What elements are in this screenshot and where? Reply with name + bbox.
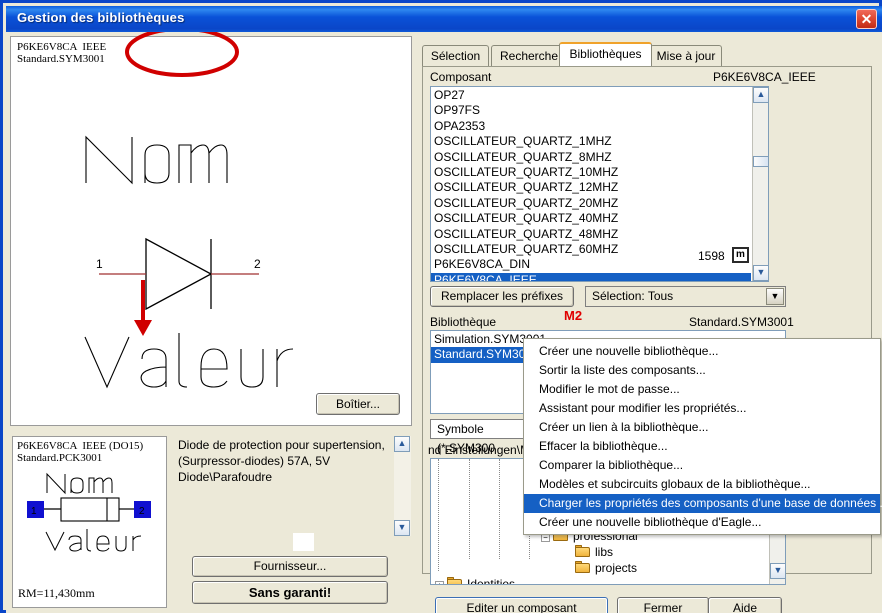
folder-icon	[575, 561, 591, 574]
tree-node-projects[interactable]: projects	[575, 561, 637, 575]
chevron-down-icon: ▼	[773, 565, 783, 575]
context-menu-item[interactable]: Assistant pour modifier les propriétés..…	[524, 399, 880, 418]
pin2-label: 2	[254, 257, 261, 271]
chevron-down-icon: ▼	[397, 522, 407, 532]
pin1-label: 1	[96, 257, 103, 271]
component-list-item[interactable]: OPA2353	[431, 119, 751, 134]
library-list-header-value: Standard.SYM3001	[689, 315, 794, 329]
tree-expander-identities[interactable]: +	[435, 581, 444, 584]
boitier-button[interactable]: Boîtier...	[316, 393, 400, 415]
fournisseur-button[interactable]: Fournisseur...	[192, 556, 388, 577]
component-list-scrollbar[interactable]: ▲ ▼	[752, 87, 768, 281]
description-line3: Diode\Parafoudre	[178, 470, 273, 484]
file-filter-combo[interactable]: Symbole (*.SYM300	[430, 419, 538, 455]
context-menu-item[interactable]: Sortir la liste des composants...	[524, 361, 880, 380]
component-list-header-value: P6KE6V8CA_IEEE	[713, 70, 816, 84]
context-menu-items: Créer une nouvelle bibliothèque... Sortir…	[524, 339, 882, 532]
component-list-item[interactable]: OP97FS	[431, 103, 751, 118]
title-bar: Gestion des bibliothèques ✕	[6, 6, 882, 32]
sans-garanti-button[interactable]: Sans garanti!	[192, 581, 388, 604]
svg-text:2: 2	[139, 506, 145, 517]
tree-node-label: libs	[595, 545, 614, 559]
close-button[interactable]: ✕	[856, 9, 877, 29]
component-scroll-thumb	[753, 156, 768, 167]
selection-filter-value: Sélection: Tous	[592, 289, 674, 303]
description-line1: Diode de protection pour supertension,	[178, 438, 385, 452]
component-list-item[interactable]: OP27	[431, 88, 751, 103]
chevron-up-icon: ▲	[397, 438, 407, 448]
component-list-header-label: Composant	[430, 70, 492, 84]
tab-mise-a-jour[interactable]: Mise à jour	[650, 45, 722, 66]
context-menu-item[interactable]: Charger les propriétés des composants d'…	[524, 494, 882, 513]
tree-guide	[469, 459, 470, 559]
remplacer-prefixes-button[interactable]: Remplacer les préfixes	[430, 286, 574, 307]
context-menu-item[interactable]: Créer un lien à la bibliothèque...	[524, 418, 880, 437]
tab-recherche[interactable]: Recherche	[491, 45, 567, 66]
folder-icon	[447, 577, 463, 584]
package-drawing: 1 2	[27, 472, 151, 552]
window-frame: Gestion des bibliothèques ✕ P6KE6V8CA IE…	[0, 0, 882, 613]
chevron-down-icon[interactable]: ▼	[766, 288, 784, 305]
library-context-menu[interactable]: Créer une nouvelle bibliothèque... Sortir…	[523, 338, 882, 535]
symbol-drawing: 1 2	[84, 135, 294, 389]
component-scroll-up-button: ▲	[753, 87, 768, 103]
description-block: Diode de protection pour supertension, (…	[178, 436, 393, 526]
library-list-header-label: Bibliothèque	[430, 315, 497, 329]
window-title: Gestion des bibliothèques	[17, 10, 185, 25]
symbol-preview-panel: P6KE6V8CA IEEE Standard.SYM3001 1 2 Boît…	[10, 36, 412, 426]
close-icon: ✕	[860, 11, 873, 27]
editer-composant-button[interactable]: Editer un composant	[435, 597, 608, 613]
chevron-down-icon: ▼	[756, 267, 766, 277]
package-rm-label: RM=11,430mm	[18, 586, 95, 600]
component-list-item[interactable]: OSCILLATEUR_QUARTZ_8MHZ	[431, 150, 751, 165]
tab-bibliotheques[interactable]: Bibliothèques	[559, 42, 652, 66]
component-list-item[interactable]: OSCILLATEUR_QUARTZ_10MHZ	[431, 165, 751, 180]
context-menu-item[interactable]: Effacer la bibliothèque...	[524, 437, 880, 456]
component-list-item[interactable]: OSCILLATEUR_QUARTZ_12MHZ	[431, 180, 751, 195]
component-listbox[interactable]: OP27 OP97FS OPA2353 OSCILLATEUR_QUARTZ_1MHZ…	[430, 86, 769, 282]
tree-node-label: projects	[595, 561, 638, 575]
tree-node-label: Identities	[467, 577, 516, 585]
context-menu-item[interactable]: Créer une nouvelle bibliothèque...	[524, 342, 880, 361]
context-menu-item[interactable]: Modifier le mot de passe...	[524, 380, 880, 399]
description-scroll-up-button: ▲	[394, 436, 410, 452]
component-list-item[interactable]: OSCILLATEUR_QUARTZ_48MHZ	[431, 227, 751, 242]
description-scrollbar[interactable]: ▲ ▼	[394, 436, 411, 536]
folder-icon	[575, 545, 591, 558]
application-window: Gestion des bibliothèques ✕ P6KE6V8CA IE…	[0, 0, 882, 613]
component-list-item[interactable]: OSCILLATEUR_QUARTZ_20MHZ	[431, 196, 751, 211]
tree-node-identities[interactable]: + Identities	[435, 577, 516, 585]
tree-node-libs[interactable]: libs	[575, 545, 613, 559]
context-menu-item[interactable]: Modèles et subcircuits globaux de la bib…	[524, 475, 880, 494]
tree-scroll-down-button: ▼	[770, 563, 785, 579]
context-menu-item[interactable]: Comparer la bibliothèque...	[524, 456, 880, 475]
selection-filter-combo[interactable]: Sélection: Tous ▼	[585, 286, 786, 307]
description-image-placeholder	[293, 533, 314, 551]
chevron-up-icon: ▲	[756, 89, 766, 99]
description-scroll-down-button: ▼	[394, 520, 410, 536]
svg-text:1: 1	[31, 506, 37, 517]
tree-guide	[499, 459, 500, 559]
component-list-item[interactable]: P6KE6V8CA_IEEE	[431, 272, 751, 281]
description-line2: (Surpressor-diodes) 57A, 5V	[178, 454, 331, 468]
component-badge-label: m	[736, 249, 745, 260]
tree-guide	[438, 459, 439, 571]
client-area: P6KE6V8CA IEEE Standard.SYM3001 1 2 Boît…	[6, 32, 882, 613]
fermer-button[interactable]: Fermer	[617, 597, 709, 613]
aide-button[interactable]: Aide	[708, 597, 782, 613]
component-list-item[interactable]: OSCILLATEUR_QUARTZ_1MHZ	[431, 134, 751, 149]
package-preview-panel: P6KE6V8CA IEEE (DO15) Standard.PCK3001 1	[12, 436, 167, 608]
component-count: 1598	[696, 249, 727, 263]
context-menu-item[interactable]: Créer une nouvelle bibliothèque d'Eagle.…	[524, 513, 880, 532]
component-scroll-down-button: ▼	[753, 265, 768, 281]
annotation-m2-label: M2	[564, 308, 583, 323]
tab-strip: Sélection Recherche Bibliothèques Mise à…	[422, 41, 872, 67]
component-badge[interactable]: m	[732, 247, 749, 263]
component-list-item[interactable]: OSCILLATEUR_QUARTZ_40MHZ	[431, 211, 751, 226]
tab-selection[interactable]: Sélection	[422, 45, 489, 66]
